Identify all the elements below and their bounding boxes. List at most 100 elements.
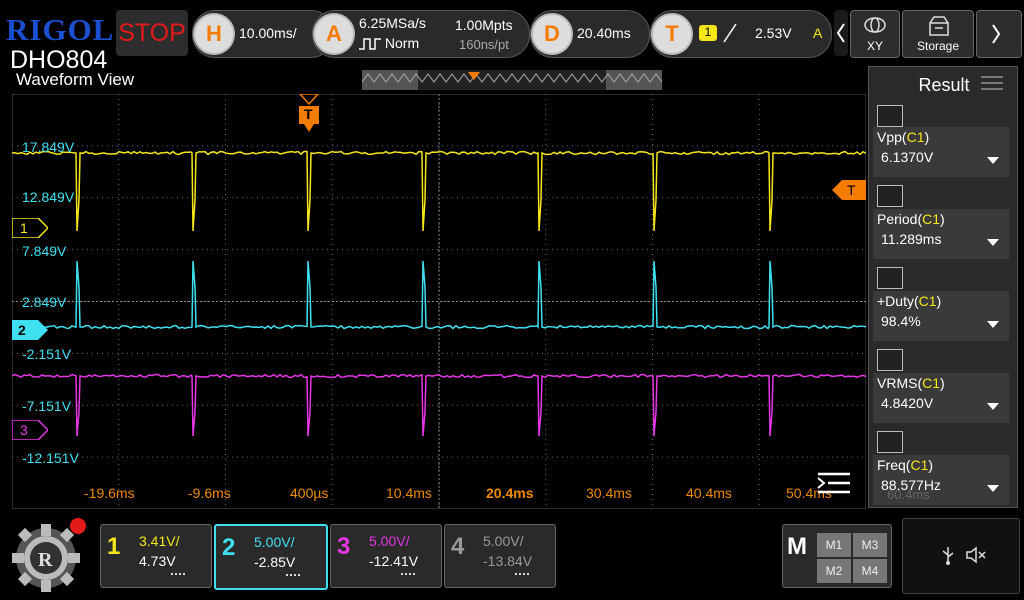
scroll-left-button[interactable] bbox=[834, 10, 848, 56]
dropdown-arrow-icon[interactable] bbox=[987, 485, 999, 492]
y-label: 17.849V bbox=[22, 139, 74, 155]
x-label: 30.4ms bbox=[586, 485, 632, 501]
ch3-marker-label: 3 bbox=[20, 422, 28, 438]
ch3-marker[interactable]: 3 bbox=[12, 420, 48, 445]
horizontal-key[interactable]: H bbox=[193, 13, 235, 55]
ch1-marker[interactable]: 1 bbox=[12, 218, 48, 243]
dropdown-arrow-icon[interactable] bbox=[987, 321, 999, 328]
delay-group[interactable]: D 20.40ms bbox=[530, 10, 650, 58]
acq-mode: Norm bbox=[359, 35, 439, 51]
result-panel: Result Vpp(C1) 6.1370V Period(C1) 11.289… bbox=[868, 66, 1018, 508]
acquire-key[interactable]: A bbox=[313, 13, 355, 55]
ch4-offset: -13.84V bbox=[483, 553, 532, 569]
x-label: 10.4ms bbox=[386, 485, 432, 501]
model-name: DHO804 bbox=[10, 46, 107, 75]
ch2-number: 2 bbox=[222, 534, 235, 562]
storage-button[interactable]: Storage bbox=[902, 10, 974, 58]
math-label: M bbox=[787, 533, 807, 561]
coupling-icon bbox=[171, 573, 185, 575]
dropdown-arrow-icon[interactable] bbox=[987, 239, 999, 246]
menu-icon[interactable] bbox=[816, 470, 852, 496]
measure-duty[interactable]: +Duty(C1) 98.4% bbox=[873, 291, 1009, 341]
y-label: -2.151V bbox=[22, 346, 71, 362]
trigger-status: A bbox=[813, 25, 822, 41]
brand-logo: RIGOL bbox=[6, 12, 114, 48]
usb-icon bbox=[941, 545, 955, 565]
x-label: 40.4ms bbox=[686, 485, 732, 501]
ch4-scale: 5.00V/ bbox=[483, 533, 523, 549]
math-m3[interactable]: M3 bbox=[853, 533, 887, 557]
x-label: -19.6ms bbox=[84, 485, 135, 501]
ch3-box[interactable]: 3 5.00V/ -12.41V bbox=[330, 524, 442, 588]
chevron-right-icon bbox=[977, 11, 1021, 57]
y-label: 7.849V bbox=[22, 243, 66, 259]
trigger-level: 2.53V bbox=[755, 25, 792, 41]
ch3-number: 3 bbox=[337, 533, 350, 561]
timeline-overview[interactable] bbox=[362, 70, 662, 90]
delay-key[interactable]: D bbox=[531, 13, 573, 55]
trigger-group[interactable]: T 1 2.53V A bbox=[650, 10, 832, 58]
freq-icon bbox=[877, 431, 903, 453]
status-box bbox=[902, 518, 1020, 594]
y-label: 2.849V bbox=[22, 294, 66, 310]
point-interval: 160ns/pt bbox=[459, 37, 509, 52]
xy-icon bbox=[863, 15, 887, 35]
x-label: 20.4ms bbox=[486, 485, 533, 501]
math-group: M M1 M3 M2 M4 bbox=[782, 524, 892, 588]
x-label: -9.6ms bbox=[188, 485, 231, 501]
more-button[interactable] bbox=[976, 10, 1022, 58]
math-m1[interactable]: M1 bbox=[817, 533, 851, 557]
home-gear-icon[interactable]: R bbox=[8, 516, 90, 596]
timebase-value: 10.00ms/ bbox=[239, 25, 297, 41]
math-m2[interactable]: M2 bbox=[817, 559, 851, 583]
measure-value: 6.1370V bbox=[881, 149, 933, 165]
xy-button[interactable]: XY bbox=[850, 10, 900, 58]
measure-value: 98.4% bbox=[881, 313, 921, 329]
ch2-offset: -2.85V bbox=[254, 554, 295, 570]
vrms-icon bbox=[877, 349, 903, 371]
measure-vpp[interactable]: Vpp(C1) 6.1370V bbox=[873, 127, 1009, 177]
y-label: 12.849V bbox=[22, 189, 74, 205]
ch1-marker-label: 1 bbox=[20, 220, 28, 236]
pulse-icon bbox=[359, 38, 381, 50]
ghost-value: 60.4ms bbox=[887, 487, 930, 502]
ch3-offset: -12.41V bbox=[369, 553, 418, 569]
chevron-left-icon bbox=[834, 10, 848, 56]
ch4-box[interactable]: 4 5.00V/ -13.84V bbox=[444, 524, 556, 588]
measure-name: Vpp(C1) bbox=[877, 129, 929, 145]
dropdown-arrow-icon[interactable] bbox=[987, 403, 999, 410]
math-m4[interactable]: M4 bbox=[853, 559, 887, 583]
coupling-icon bbox=[286, 574, 300, 576]
run-stop-button[interactable]: STOP bbox=[116, 10, 188, 56]
measure-name: Freq(C1) bbox=[877, 457, 933, 473]
ch1-box[interactable]: 1 3.41V/ 4.73V bbox=[100, 524, 212, 588]
measure-vrms[interactable]: VRMS(C1) 4.8420V bbox=[873, 373, 1009, 423]
speaker-mute-icon[interactable] bbox=[965, 545, 987, 565]
result-menu-icon[interactable] bbox=[981, 75, 1003, 91]
acquire-group[interactable]: A 6.25MSa/s Norm 1.00Mpts 160ns/pt bbox=[312, 10, 530, 58]
y-label: -7.151V bbox=[22, 398, 71, 414]
ch2-marker[interactable]: 2 bbox=[12, 320, 48, 345]
ch1-scale: 3.41V/ bbox=[139, 533, 179, 549]
trigger-time-marker[interactable]: T bbox=[298, 94, 320, 139]
ch2-scale: 5.00V/ bbox=[254, 534, 294, 550]
measure-period[interactable]: Period(C1) 11.289ms bbox=[873, 209, 1009, 259]
ch1-offset: 4.73V bbox=[139, 553, 176, 569]
vpp-icon bbox=[877, 105, 903, 127]
trigger-level-marker-label: T bbox=[847, 182, 856, 198]
y-label: -12.151V bbox=[22, 450, 79, 466]
trigger-level-marker[interactable]: T bbox=[832, 180, 868, 205]
measure-name: VRMS(C1) bbox=[877, 375, 945, 391]
run-state-label: STOP bbox=[118, 19, 186, 48]
measure-value: 11.289ms bbox=[881, 231, 941, 247]
measure-name: +Duty(C1) bbox=[877, 293, 941, 309]
dropdown-arrow-icon[interactable] bbox=[987, 157, 999, 164]
ch3-scale: 5.00V/ bbox=[369, 533, 409, 549]
trigger-key[interactable]: T bbox=[651, 13, 693, 55]
sample-rate: 6.25MSa/s bbox=[359, 15, 426, 31]
storage-icon bbox=[927, 15, 951, 37]
trigger-time-marker-label: T bbox=[304, 106, 313, 122]
svg-text:R: R bbox=[38, 549, 53, 571]
waveform-grid[interactable] bbox=[12, 94, 866, 509]
ch2-box[interactable]: 2 5.00V/ -2.85V bbox=[214, 524, 328, 590]
